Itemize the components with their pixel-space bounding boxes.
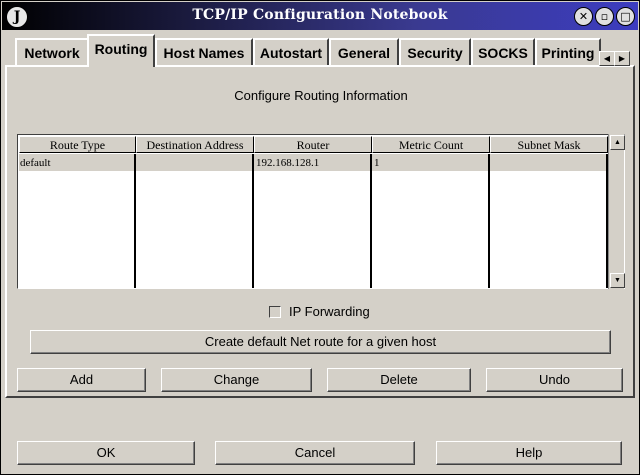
- tab-label: Host Names: [163, 45, 245, 61]
- table-cell: default: [20, 157, 51, 169]
- column-header-destination-address[interactable]: Destination Address: [136, 136, 254, 153]
- tab-scroll-left-icon[interactable]: ◀: [599, 51, 615, 66]
- routing-heading: Configure Routing Information: [234, 88, 408, 103]
- routing-table[interactable]: Route Type Destination Address Router Me…: [17, 134, 625, 289]
- tab-label: Security: [407, 45, 463, 61]
- table-cell: 1: [374, 157, 380, 169]
- ip-forwarding-checkbox[interactable]: [269, 306, 281, 318]
- column-divider: [488, 154, 490, 288]
- tab-autostart[interactable]: Autostart: [253, 38, 329, 65]
- tab-host-names[interactable]: Host Names: [155, 38, 253, 65]
- change-button[interactable]: Change: [161, 368, 312, 392]
- column-header-metric-count[interactable]: Metric Count: [372, 136, 490, 153]
- tab-bar: Network Routing Host Names Autostart Gen…: [11, 34, 630, 67]
- create-default-route-button[interactable]: Create default Net route for a given hos…: [30, 330, 611, 354]
- help-button[interactable]: Help: [436, 441, 622, 465]
- tab-security[interactable]: Security: [399, 38, 471, 65]
- window: J TCP/IP Configuration Notebook ✕ ▫ □ Ne…: [0, 0, 640, 475]
- tab-label: Autostart: [259, 45, 323, 61]
- table-scrollbar[interactable]: ▲ ▼: [608, 134, 625, 289]
- tab-network[interactable]: Network: [15, 38, 89, 65]
- column-divider: [252, 154, 254, 288]
- tab-label: General: [337, 45, 391, 61]
- tab-scroll-right-icon[interactable]: ▶: [614, 51, 630, 66]
- ok-button[interactable]: OK: [17, 441, 195, 465]
- column-header-router[interactable]: Router: [254, 136, 372, 153]
- tab-label: Network: [24, 45, 80, 61]
- ip-forwarding-label: IP Forwarding: [289, 304, 370, 319]
- undo-button[interactable]: Undo: [486, 368, 623, 392]
- tab-printing[interactable]: Printing: [535, 38, 601, 65]
- column-header-route-type[interactable]: Route Type: [19, 136, 136, 153]
- scroll-up-icon[interactable]: ▲: [610, 135, 625, 150]
- close-icon[interactable]: ✕: [574, 7, 593, 26]
- minimize-icon[interactable]: ▫: [595, 7, 614, 26]
- window-title: TCP/IP Configuration Notebook: [192, 7, 448, 23]
- scroll-down-icon[interactable]: ▼: [610, 273, 625, 288]
- column-header-subnet-mask[interactable]: Subnet Mask: [490, 136, 608, 153]
- maximize-icon[interactable]: □: [616, 7, 635, 26]
- tab-socks[interactable]: SOCKS: [471, 38, 535, 65]
- tab-routing[interactable]: Routing: [87, 34, 155, 67]
- title-bar[interactable]: J TCP/IP Configuration Notebook ✕ ▫ □: [2, 2, 638, 30]
- column-divider: [370, 154, 372, 288]
- tab-label: Printing: [541, 45, 595, 61]
- delete-button[interactable]: Delete: [327, 368, 471, 392]
- add-button[interactable]: Add: [17, 368, 146, 392]
- tab-label: Routing: [94, 41, 148, 57]
- tab-label: SOCKS: [478, 45, 528, 61]
- table-cell: 192.168.128.1: [256, 157, 320, 169]
- tab-general[interactable]: General: [329, 38, 399, 65]
- cancel-button[interactable]: Cancel: [215, 441, 415, 465]
- column-divider: [134, 154, 136, 288]
